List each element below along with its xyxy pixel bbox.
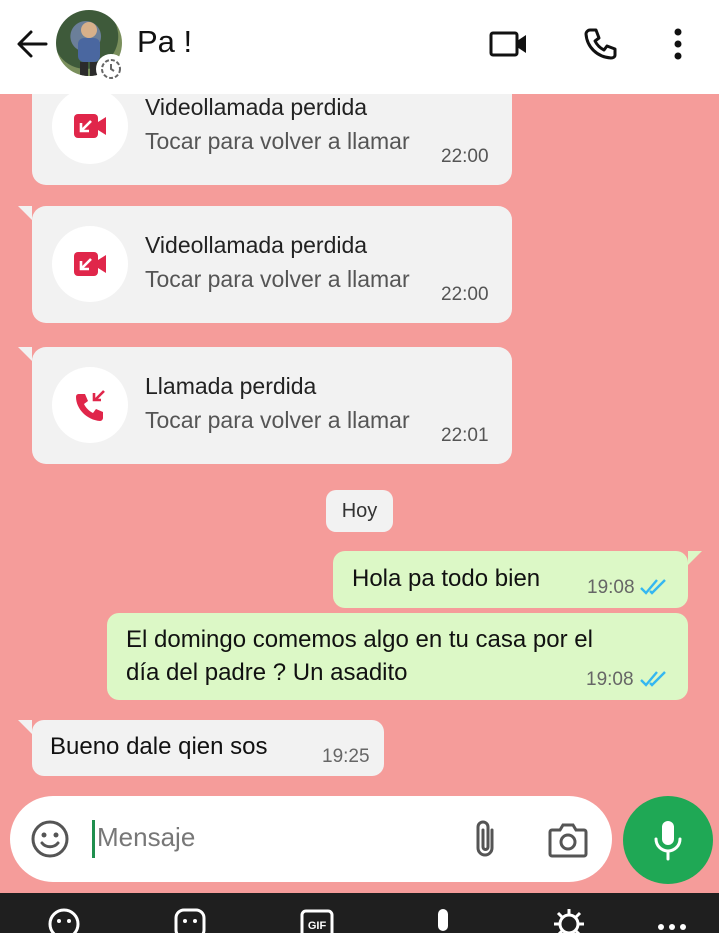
gif-icon[interactable]: GIF bbox=[300, 907, 334, 933]
call-title: Llamada perdida bbox=[145, 373, 317, 399]
emoji-icon[interactable] bbox=[47, 907, 81, 933]
svg-text:GIF: GIF bbox=[308, 920, 327, 932]
call-time: 22:00 bbox=[441, 146, 489, 167]
message-time: 19:08 bbox=[587, 577, 635, 598]
missed-video-call-icon bbox=[52, 226, 128, 302]
incoming-message[interactable]: Bueno dale qien sos 19:25 bbox=[18, 720, 384, 776]
outgoing-message[interactable]: El domingo comemos algo en tu casa por e… bbox=[107, 613, 688, 700]
message-input-bar[interactable]: Mensaje bbox=[10, 796, 612, 882]
call-subtitle: Tocar para volver a llamar bbox=[145, 266, 410, 292]
call-time: 22:00 bbox=[441, 284, 489, 305]
missed-voice-call-icon bbox=[52, 367, 128, 443]
message-time: 19:25 bbox=[322, 746, 370, 767]
read-ticks-icon bbox=[639, 670, 669, 693]
mic-icon[interactable] bbox=[623, 796, 713, 884]
call-title: Videollamada perdida bbox=[145, 232, 368, 258]
message-input[interactable]: Mensaje bbox=[97, 822, 195, 853]
call-subtitle: Tocar para volver a llamar bbox=[145, 128, 410, 154]
camera-icon[interactable] bbox=[546, 820, 590, 860]
status-badge-icon bbox=[96, 54, 126, 84]
emoji-icon[interactable] bbox=[30, 819, 70, 859]
missed-video-call-icon bbox=[52, 94, 128, 164]
message-text: Bueno dale qien sos bbox=[50, 733, 268, 760]
missed-call-bubble[interactable]: Llamada perdida Tocar para volver a llam… bbox=[18, 347, 512, 464]
text-cursor bbox=[92, 820, 95, 858]
chat-header: Pa ! bbox=[0, 0, 719, 94]
video-call-icon[interactable] bbox=[487, 24, 531, 64]
missed-call-bubble[interactable]: Videollamada perdida Tocar para volver a… bbox=[18, 206, 512, 323]
attach-icon[interactable] bbox=[468, 818, 502, 860]
missed-call-bubble[interactable]: Videollamada perdida Tocar para volver a… bbox=[32, 94, 512, 185]
more-options-icon[interactable] bbox=[656, 24, 700, 64]
read-ticks-icon bbox=[639, 578, 669, 601]
message-text-line: El domingo comemos algo en tu casa por e… bbox=[126, 626, 593, 653]
voice-call-icon[interactable] bbox=[578, 24, 622, 64]
call-title: Videollamada perdida bbox=[145, 94, 368, 120]
contact-name[interactable]: Pa ! bbox=[137, 24, 192, 60]
date-divider: Hoy bbox=[326, 490, 393, 532]
chat-area: Videollamada perdida Tocar para volver a… bbox=[0, 94, 719, 797]
more-icon[interactable] bbox=[655, 907, 689, 933]
outgoing-message[interactable]: Hola pa todo bien 19:08 bbox=[333, 551, 702, 608]
settings-icon[interactable] bbox=[552, 907, 586, 933]
back-arrow-icon[interactable] bbox=[14, 26, 50, 62]
sticker-icon[interactable] bbox=[173, 907, 207, 933]
message-text-line: día del padre ? Un asadito bbox=[126, 659, 408, 686]
call-subtitle: Tocar para volver a llamar bbox=[145, 407, 410, 433]
keyboard-toolbar: GIF bbox=[0, 893, 719, 933]
voice-input-icon[interactable] bbox=[426, 907, 460, 933]
message-time: 19:08 bbox=[586, 669, 634, 690]
call-time: 22:01 bbox=[441, 425, 489, 446]
message-text: Hola pa todo bien bbox=[352, 565, 541, 592]
